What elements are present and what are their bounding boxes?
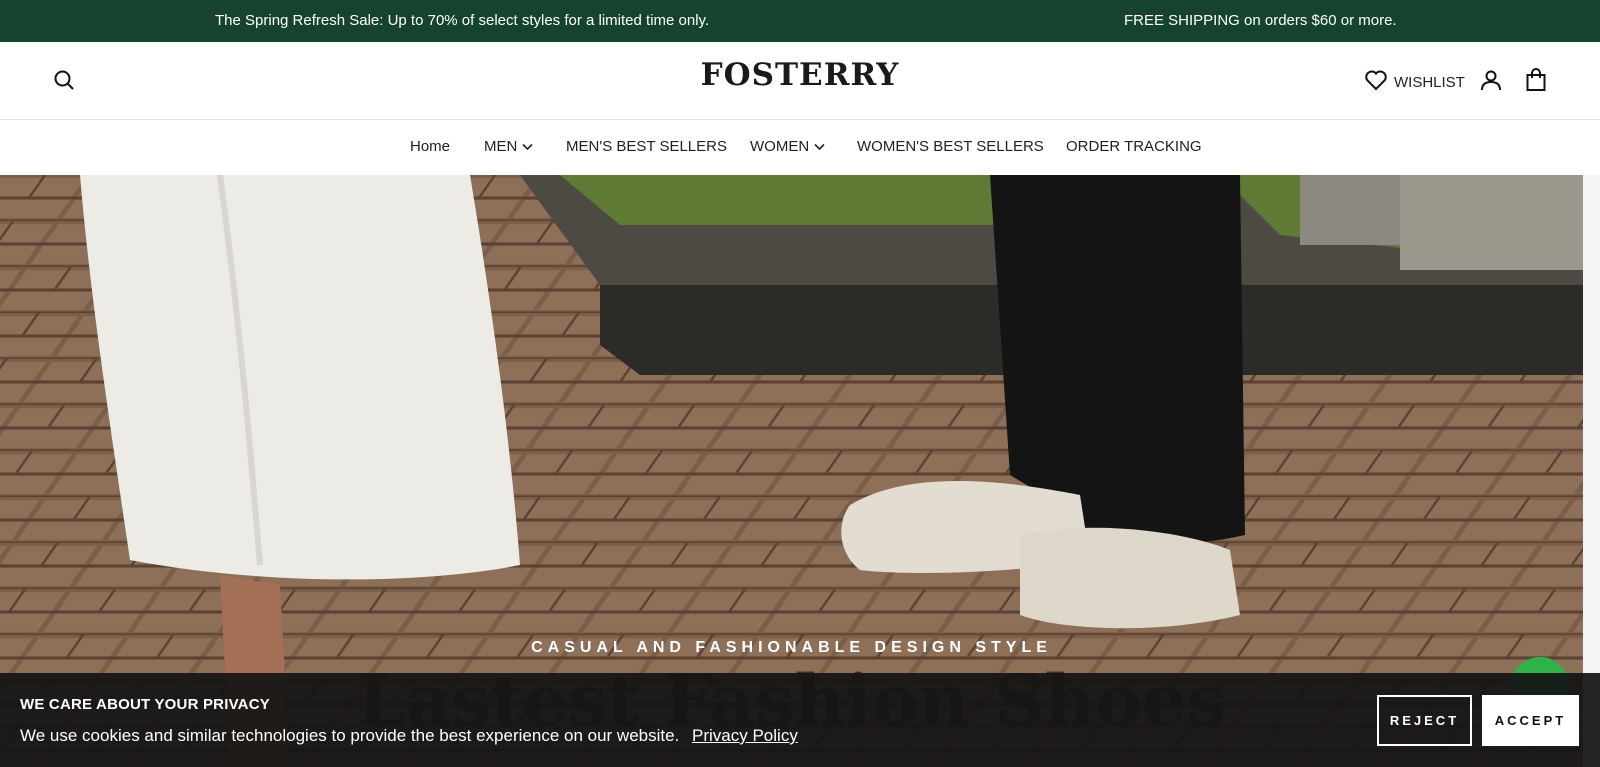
nav-item-men[interactable]: MEN (484, 138, 533, 155)
announcement-sale-text: The Spring Refresh Sale: Up to 70% of se… (215, 12, 710, 29)
main-nav: Home MEN MEN'S BEST SELLERS WOMEN WOMEN'… (0, 120, 1600, 175)
bag-icon[interactable] (1524, 68, 1548, 92)
cookie-text-row: We use cookies and similar technologies … (20, 726, 798, 746)
nav-item-home[interactable]: Home (410, 138, 450, 155)
chevron-down-icon (522, 138, 533, 155)
cookie-title: WE CARE ABOUT YOUR PRIVACY (20, 696, 270, 713)
announcement-bar: The Spring Refresh Sale: Up to 70% of se… (0, 0, 1600, 42)
nav-item-label: MEN'S BEST SELLERS (566, 138, 727, 155)
nav-item-womens-best-sellers[interactable]: WOMEN'S BEST SELLERS (857, 138, 1044, 155)
announcement-shipping-text: FREE SHIPPING on orders $60 or more. (1124, 12, 1397, 29)
hero-subtitle: CASUAL AND FASHIONABLE DESIGN STYLE (531, 639, 1052, 656)
nav-item-mens-best-sellers[interactable]: MEN'S BEST SELLERS (566, 138, 727, 155)
accept-button[interactable]: ACCEPT (1482, 695, 1579, 746)
nav-item-label: ORDER TRACKING (1066, 138, 1202, 155)
privacy-policy-link[interactable]: Privacy Policy (692, 726, 798, 745)
nav-item-label: WOMEN'S BEST SELLERS (857, 138, 1044, 155)
nav-item-label: MEN (484, 138, 518, 155)
site-header: FOSTERRY WISHLIST (0, 42, 1600, 120)
nav-item-label: WOMEN (750, 138, 810, 155)
account-icon[interactable] (1479, 68, 1503, 92)
cookie-banner: WE CARE ABOUT YOUR PRIVACY We use cookie… (0, 673, 1600, 767)
nav-item-order-tracking[interactable]: ORDER TRACKING (1066, 138, 1202, 155)
reject-button[interactable]: REJECT (1377, 695, 1472, 746)
nav-item-women[interactable]: WOMEN (750, 138, 825, 155)
search-icon[interactable] (52, 68, 76, 92)
chevron-down-icon (814, 138, 825, 155)
heart-icon (1364, 69, 1388, 95)
nav-item-label: Home (410, 138, 451, 155)
wishlist-label: WISHLIST (1394, 73, 1465, 91)
cookie-body: We use cookies and similar technologies … (20, 726, 680, 745)
wishlist-link[interactable]: WISHLIST (1364, 69, 1465, 95)
logo-wrapper: FOSTERRY (0, 57, 1600, 93)
site-logo[interactable]: FOSTERRY (701, 57, 900, 93)
